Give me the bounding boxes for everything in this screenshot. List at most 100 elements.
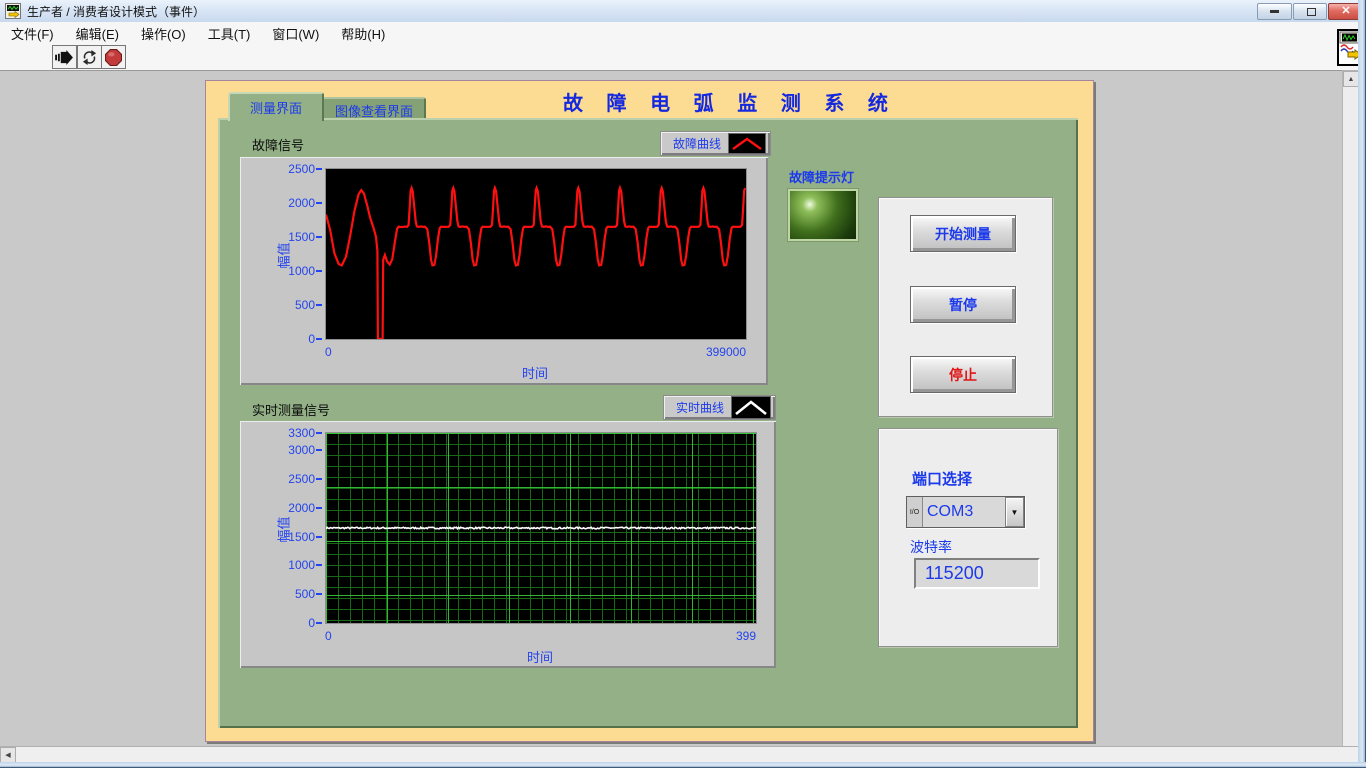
realtime-chart-y-label: 幅值 [274,516,293,542]
y-tick-mark [316,564,322,566]
y-tick-mark [316,593,322,595]
start-measure-label: 开始测量 [935,224,991,244]
fault-legend-line-icon [728,133,766,154]
tab-measure-label: 测量界面 [250,98,302,117]
realtime-legend-label: 实时曲线 [676,399,724,416]
horizontal-scrollbar[interactable]: ◀ [0,746,1358,763]
scroll-left-button[interactable]: ◀ [0,747,16,763]
pause-button[interactable]: 暂停 [910,286,1016,323]
window-border-right [1358,0,1366,768]
fault-chart-y-axis: 25002000150010005000 [240,157,325,385]
y-tick-mark [316,432,322,434]
y-tick-mark [316,304,322,306]
run-continuous-icon [81,49,98,66]
fault-led [788,189,858,241]
baud-value: 115200 [925,563,984,584]
y-tick-label: 2000 [253,501,315,515]
y-tick-mark [316,168,322,170]
scroll-up-button[interactable]: ▲ [1343,71,1359,87]
restore-button[interactable] [1293,3,1327,20]
menu-item-tools[interactable]: 工具(T) [197,22,262,44]
fault-legend-label: 故障曲线 [673,135,721,152]
combo-dropdown-button[interactable]: ▼ [1005,497,1024,527]
port-value: COM3 [923,497,1004,527]
y-tick-mark [316,338,322,340]
y-tick-label: 0 [253,616,315,630]
start-measure-button[interactable]: 开始测量 [910,215,1016,252]
scroll-left-icon: ◀ [5,751,10,759]
realtime-legend-line-icon [731,396,771,419]
port-panel: 端口选择 I/O COM3 ▼ 波特率 115200 [878,428,1058,647]
y-tick-mark [316,536,322,538]
y-tick-label: 3000 [253,443,315,457]
y-tick-label: 2500 [253,162,315,176]
abort-icon [105,49,122,66]
fault-chart-y-label: 幅值 [274,242,293,268]
app-icon [5,3,21,19]
fault-chart-x-last: 399000 [706,345,746,359]
stop-button[interactable]: 停止 [910,356,1016,393]
run-icon [55,50,74,65]
abort-button[interactable] [101,45,126,69]
menu-item-file[interactable]: 文件(F) [0,22,65,44]
fault-led-label: 故障提示灯 [789,167,854,186]
y-tick-label: 1000 [253,558,315,572]
realtime-chart-x-first: 0 [325,629,332,643]
y-tick-mark [316,236,322,238]
run-continuous-button[interactable] [77,45,102,69]
close-icon: ✕ [1341,6,1350,17]
window-titlebar: 生产者 / 消费者设计模式（事件） ✕ [0,0,1366,23]
fault-legend[interactable]: 故障曲线 [660,131,771,156]
realtime-legend[interactable]: 实时曲线 [663,395,776,420]
menu-item-operate[interactable]: 操作(O) [130,22,197,44]
stop-label: 停止 [949,365,977,385]
menu-item-edit[interactable]: 编辑(E) [65,22,130,44]
window-title: 生产者 / 消费者设计模式（事件） [27,3,205,20]
control-panel: 开始测量 暂停 停止 [878,197,1053,417]
realtime-chart-y-axis: 3300300025002000150010005000 [240,421,325,668]
window-border-bottom [0,762,1366,768]
menubar: 文件(F) 编辑(E) 操作(O) 工具(T) 窗口(W) 帮助(H) [0,22,1366,44]
tab-measure[interactable]: 测量界面 [228,92,324,121]
y-tick-mark [316,202,322,204]
minimize-icon [1270,10,1279,13]
restore-icon [1307,8,1316,16]
tab-page-measure: 故障信号 故障曲线 25002000150010005000 0 399000 … [218,118,1078,728]
fault-waveform [326,188,745,339]
realtime-chart-plot [325,432,757,624]
toolbar [0,44,1366,71]
pause-label: 暂停 [949,295,977,315]
fault-chart: 25002000150010005000 0 399000 幅值 时间 [240,157,768,385]
y-tick-label: 0 [253,332,315,346]
port-select-label: 端口选择 [912,468,972,489]
y-tick-label: 3300 [253,426,315,440]
baud-label: 波特率 [910,537,952,557]
run-button[interactable] [52,45,77,69]
tab-image-view-label: 图像查看界面 [335,101,413,120]
minimize-button[interactable] [1257,3,1292,20]
realtime-chart-x-last: 399 [736,629,756,643]
fault-chart-x-label: 时间 [522,363,548,382]
menu-item-window[interactable]: 窗口(W) [261,22,330,44]
realtime-waveform [326,527,756,529]
y-tick-label: 2500 [253,472,315,486]
realtime-signal-label: 实时测量信号 [252,400,330,419]
y-tick-mark [316,507,322,509]
chevron-down-icon: ▼ [1011,508,1019,517]
y-tick-mark [316,478,322,480]
y-tick-mark [316,270,322,272]
panel-title: 故 障 电 弧 监 测 系 统 [563,87,897,116]
realtime-chart-x-label: 时间 [527,647,553,666]
menu-item-help[interactable]: 帮助(H) [330,22,396,44]
scroll-up-icon: ▲ [1348,76,1355,83]
y-tick-label: 500 [253,587,315,601]
fault-signal-label: 故障信号 [252,135,304,154]
realtime-chart: 3300300025002000150010005000 0 399 幅值 时间 [240,421,776,668]
port-combo[interactable]: I/O COM3 ▼ [906,496,1025,528]
baud-value-field[interactable]: 115200 [914,558,1040,589]
y-tick-label: 2000 [253,196,315,210]
fault-chart-plot [325,168,747,340]
y-tick-mark [316,622,322,624]
io-icon: I/O [907,497,923,527]
y-tick-mark [316,449,322,451]
